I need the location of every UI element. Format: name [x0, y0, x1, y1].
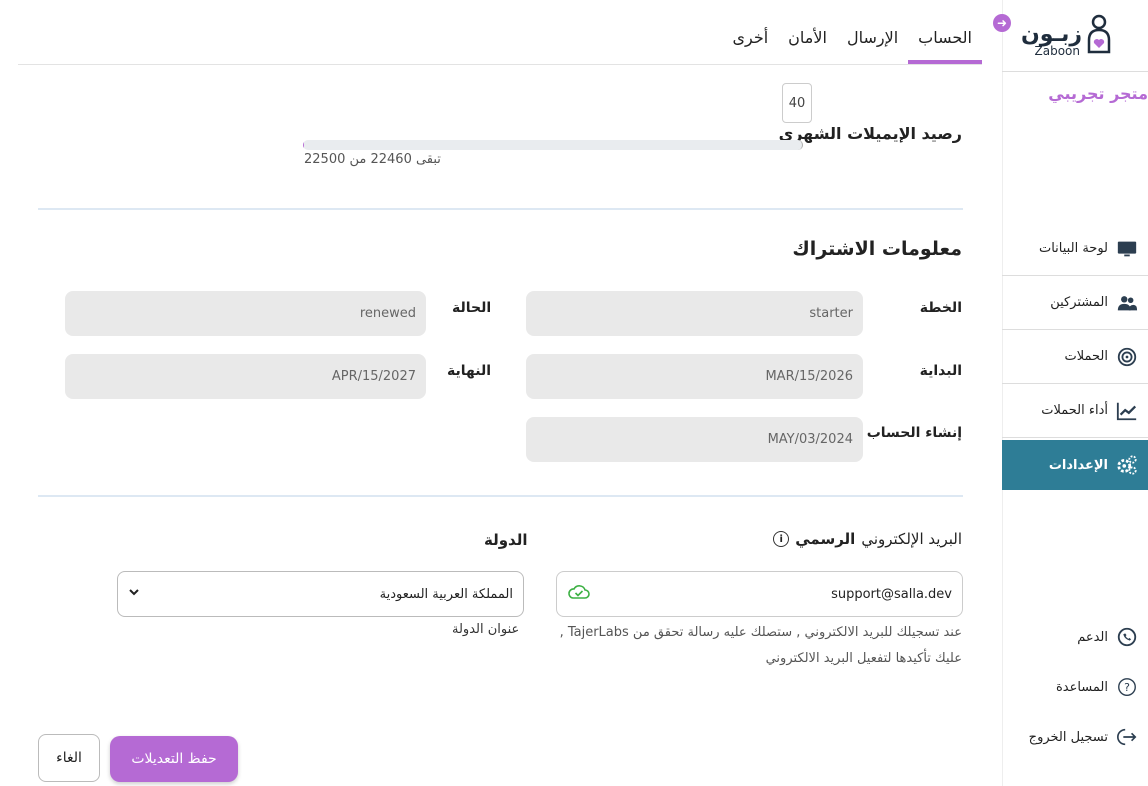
sidebar-nav: لوحة البيانات المشتركين الحملات أداء الح…	[1002, 222, 1148, 490]
logo-mark-icon	[1087, 14, 1111, 54]
logout-icon	[1116, 726, 1138, 748]
help-icon: ?	[1116, 676, 1138, 698]
account-created-field: MAY/03/2024	[526, 417, 863, 462]
sidebar-item-label: المشتركين	[1050, 295, 1108, 310]
brand-logo[interactable]: زبـون Zaboon	[1021, 14, 1118, 58]
sidebar-item-label: الحملات	[1064, 349, 1108, 364]
save-changes-button[interactable]: حفظ التعديلات	[110, 736, 238, 782]
sidebar-bottom-nav: الدعم ? المساعدة تسجيل الخروج	[1002, 612, 1148, 762]
official-email-label-text: البريد الإلكتروني	[861, 530, 962, 548]
start-date-label: البداية	[919, 363, 962, 379]
sidebar-item-label: تسجيل الخروج	[1028, 729, 1108, 745]
plan-label: الخطة	[919, 300, 962, 316]
sidebar-item-campaigns[interactable]: الحملات	[1002, 330, 1148, 384]
email-balance-badge: 40	[782, 83, 812, 123]
email-balance-remaining: تبقى 22460 من 22500	[304, 152, 441, 167]
monitor-icon	[1116, 238, 1138, 260]
settings-tabs: الحساب الإرسال الأمان أخرى	[722, 16, 982, 64]
email-balance-title: رصيد الإيميلات الشهري	[778, 124, 962, 143]
section-divider	[38, 208, 963, 210]
cancel-button[interactable]: الغاء	[38, 734, 100, 782]
plan-field: starter	[526, 291, 863, 336]
end-date-label: النهاية	[447, 363, 492, 379]
whatsapp-icon	[1116, 626, 1138, 648]
tab-other[interactable]: أخرى	[722, 16, 778, 64]
store-name: متجر تجريبي	[1048, 84, 1148, 103]
subscription-title: معلومات الاشتراك	[792, 238, 962, 260]
info-icon[interactable]: i	[773, 531, 790, 547]
end-date-field: APR/15/2027	[65, 354, 426, 399]
sidebar-item-label: لوحة البيانات	[1038, 241, 1108, 256]
tab-account[interactable]: الحساب	[908, 16, 982, 64]
official-email-label-bold: الرسمي	[795, 530, 856, 548]
official-email-label: البريد الإلكتروني الرسمي i	[773, 530, 962, 548]
email-balance-progress	[303, 140, 803, 150]
sidebar-item-label: المساعدة	[1055, 679, 1108, 695]
collapse-arrow-icon[interactable]: ➜	[993, 14, 1011, 32]
sidebar-item-dashboard[interactable]: لوحة البيانات	[1002, 222, 1148, 276]
chart-line-icon	[1116, 400, 1138, 422]
cloud-check-icon	[567, 583, 591, 605]
country-selected-value: المملكة العربية السعودية	[379, 586, 513, 602]
users-icon	[1116, 292, 1138, 314]
account-created-label: إنشاء الحساب	[866, 425, 962, 441]
country-label: الدولة	[484, 531, 528, 549]
tabs-divider	[18, 64, 982, 65]
chevron-down-icon	[128, 586, 140, 602]
sidebar-item-label: أداء الحملات	[1041, 403, 1108, 418]
sidebar-divider	[1002, 71, 1148, 72]
tab-sending[interactable]: الإرسال	[837, 16, 908, 64]
country-hint: عنوان الدولة	[452, 622, 520, 637]
status-field: renewed	[65, 291, 426, 336]
official-email-value: support@salla.dev	[831, 586, 952, 602]
email-balance-progress-fill	[303, 140, 304, 150]
gears-icon	[1116, 454, 1138, 476]
country-select[interactable]: المملكة العربية السعودية	[117, 571, 524, 617]
brand-name-en: Zaboon	[1034, 44, 1080, 58]
campaign-icon	[1116, 346, 1138, 368]
sidebar-item-help[interactable]: ? المساعدة	[1002, 662, 1148, 712]
official-email-input[interactable]: support@salla.dev	[556, 571, 963, 617]
tab-security[interactable]: الأمان	[778, 16, 837, 64]
sidebar-item-logout[interactable]: تسجيل الخروج	[1002, 712, 1148, 762]
sidebar-item-label: الدعم	[1077, 629, 1108, 645]
start-date-field: MAR/15/2026	[526, 354, 863, 399]
sidebar-item-label: الإعدادات	[1048, 457, 1108, 473]
sidebar-item-settings[interactable]: الإعدادات	[1002, 440, 1148, 490]
sidebar-item-subscribers[interactable]: المشتركين	[1002, 276, 1148, 330]
svg-text:?: ?	[1124, 681, 1130, 694]
email-verification-note: عند تسجيلك للبريد الالكتروني , ستصلك علي…	[559, 625, 962, 666]
sidebar: زبـون Zaboon متجر تجريبي لوحة البيانات ا…	[1002, 0, 1148, 786]
sidebar-item-support[interactable]: الدعم	[1002, 612, 1148, 662]
status-label: الحالة	[452, 300, 492, 316]
sidebar-item-campaign-performance[interactable]: أداء الحملات	[1002, 384, 1148, 438]
section-divider	[38, 495, 963, 497]
